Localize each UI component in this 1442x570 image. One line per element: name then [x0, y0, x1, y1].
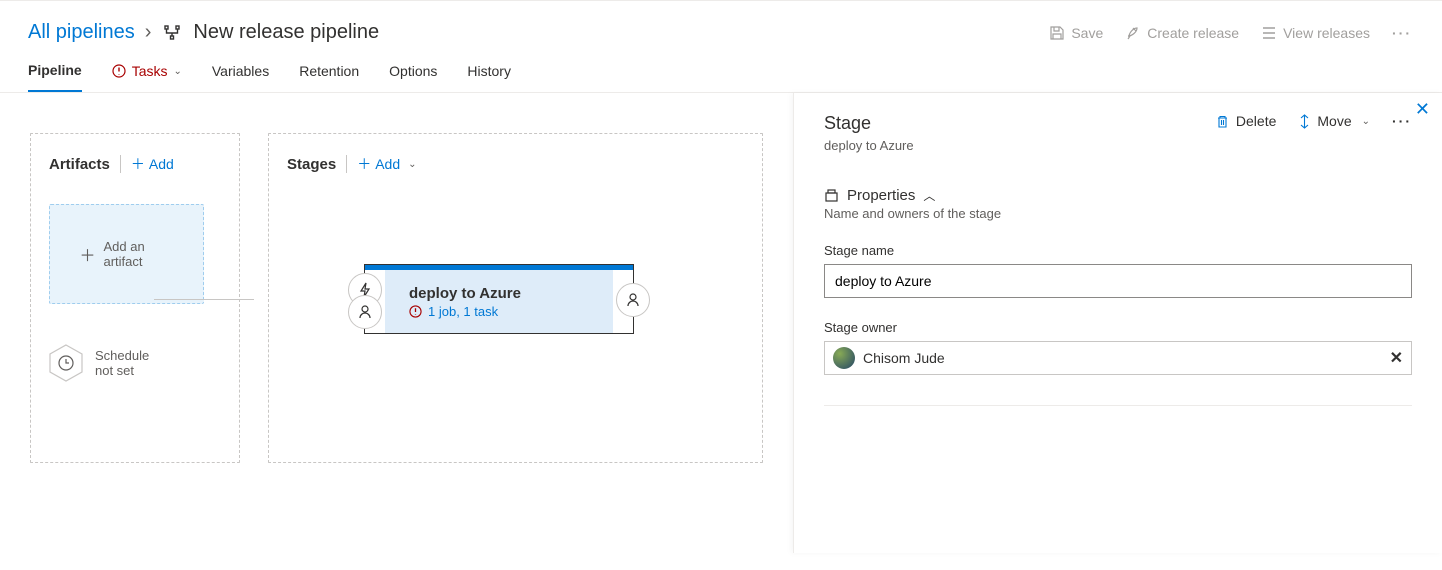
breadcrumb: All pipelines › New release pipeline	[28, 21, 379, 44]
pre-deploy-approver-button[interactable]	[348, 295, 382, 329]
add-artifact-link[interactable]: ＋ Add	[131, 154, 174, 174]
stage-node: deploy to Azure 1 job, 1 task	[364, 264, 634, 334]
more-button[interactable]: ···	[1392, 113, 1412, 129]
move-label: Move	[1317, 113, 1351, 129]
more-button[interactable]: ···	[1392, 25, 1412, 41]
create-release-label: Create release	[1147, 25, 1239, 41]
divider	[824, 405, 1412, 406]
stages-title: Stages	[287, 156, 336, 173]
save-label: Save	[1071, 25, 1103, 41]
tab-retention[interactable]: Retention	[299, 54, 359, 92]
stage-owner-name: Chisom Jude	[863, 350, 945, 366]
stage-properties-panel: ✕ Stage deploy to Azure Delete Move ⌄ ··…	[793, 93, 1442, 553]
create-release-button[interactable]: Create release	[1125, 25, 1239, 41]
plus-icon: ＋	[357, 154, 371, 174]
connector-line	[154, 299, 254, 300]
post-deploy-approver-button[interactable]	[616, 283, 650, 317]
divider	[120, 155, 121, 173]
stage-name: deploy to Azure	[409, 285, 613, 302]
chevron-down-icon: ⌄	[1362, 116, 1370, 127]
panel-subtitle: deploy to Azure	[824, 138, 914, 153]
schedule-label: Schedule not set	[95, 348, 165, 378]
breadcrumb-root-link[interactable]: All pipelines	[28, 21, 135, 44]
move-stage-button[interactable]: Move ⌄	[1298, 113, 1370, 129]
add-label: Add	[149, 156, 174, 172]
tab-tasks-label: Tasks	[132, 63, 168, 79]
stage-body[interactable]: deploy to Azure 1 job, 1 task	[385, 270, 613, 333]
chevron-up-icon: ︿	[923, 187, 935, 204]
properties-section-header[interactable]: Properties ︿	[824, 187, 1412, 204]
header-actions: Save Create release View releases ···	[1049, 25, 1412, 41]
close-panel-button[interactable]: ✕	[1415, 99, 1430, 120]
add-artifact-card[interactable]: ＋ Add an artifact	[49, 204, 204, 304]
stage-tasks-link[interactable]: 1 job, 1 task	[409, 304, 613, 319]
breadcrumb-title: New release pipeline	[193, 21, 379, 44]
tab-variables[interactable]: Variables	[212, 54, 269, 92]
chevron-right-icon: ›	[145, 21, 152, 44]
plus-icon: ＋	[131, 154, 145, 174]
save-button[interactable]: Save	[1049, 25, 1103, 41]
properties-label: Properties	[847, 187, 915, 204]
artifacts-section: Artifacts ＋ Add ＋ Add an artifact Schedu…	[30, 133, 240, 463]
delete-label: Delete	[1236, 113, 1276, 129]
schedule-row[interactable]: Schedule not set	[49, 344, 221, 382]
stages-section: Stages ＋ Add ⌄	[268, 133, 763, 463]
panel-title: Stage	[824, 113, 914, 134]
stage-owner-field[interactable]: Chisom Jude ✕	[824, 341, 1412, 375]
view-releases-button[interactable]: View releases	[1261, 25, 1370, 41]
avatar	[833, 347, 855, 369]
tab-tasks[interactable]: Tasks ⌄	[112, 54, 182, 92]
pipeline-icon	[161, 22, 183, 44]
add-artifact-label: Add an artifact	[104, 239, 174, 269]
tab-history[interactable]: History	[467, 54, 511, 92]
stage-name-input[interactable]	[824, 264, 1412, 298]
stage-name-label: Stage name	[824, 243, 1412, 258]
tabs: Pipeline Tasks ⌄ Variables Retention Opt…	[0, 54, 1442, 93]
properties-description: Name and owners of the stage	[824, 206, 1412, 221]
chevron-down-icon: ⌄	[408, 159, 416, 170]
tab-options[interactable]: Options	[389, 54, 437, 92]
plus-icon: ＋	[79, 242, 95, 266]
stage-owner-label: Stage owner	[824, 320, 1412, 335]
pipeline-canvas: Artifacts ＋ Add ＋ Add an artifact Schedu…	[0, 93, 793, 553]
divider	[346, 155, 347, 173]
add-label: Add	[375, 156, 400, 172]
stage-sub-label: 1 job, 1 task	[428, 304, 498, 319]
clock-icon	[49, 344, 83, 382]
delete-stage-button[interactable]: Delete	[1215, 113, 1276, 129]
artifacts-title: Artifacts	[49, 156, 110, 173]
properties-icon	[824, 188, 839, 203]
tab-pipeline[interactable]: Pipeline	[28, 54, 82, 92]
chevron-down-icon: ⌄	[173, 66, 181, 77]
view-releases-label: View releases	[1283, 25, 1370, 41]
add-stage-link[interactable]: ＋ Add ⌄	[357, 154, 416, 174]
clear-owner-button[interactable]: ✕	[1390, 348, 1403, 368]
